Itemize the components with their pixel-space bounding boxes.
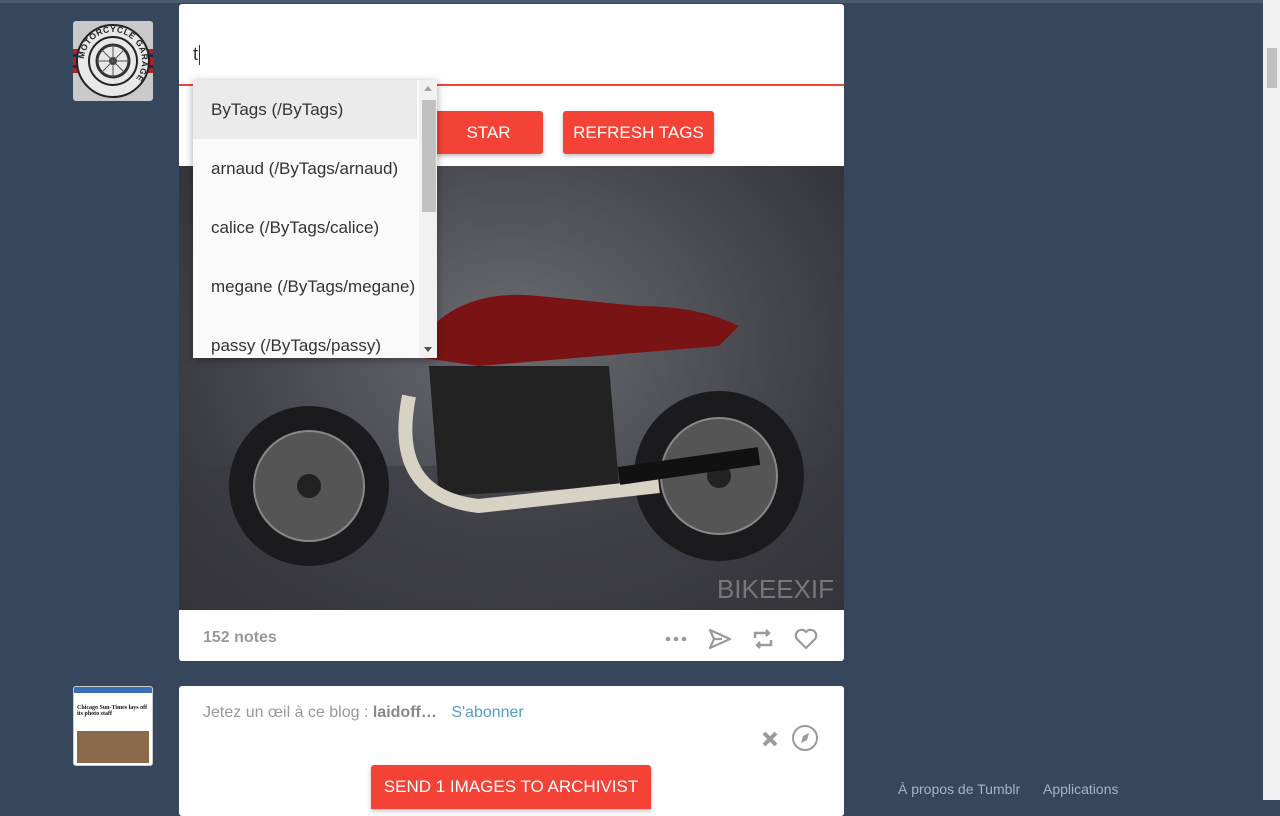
top-border — [0, 0, 1280, 3]
thumb-headline: Chicago Sun-Times lays off its photo sta… — [77, 705, 148, 717]
like-heart-icon[interactable] — [793, 626, 819, 652]
recommendation-prefix: Jetez un œil à ce blog : — [203, 704, 373, 721]
dropdown-option[interactable]: calice (/ByTags/calice) — [193, 198, 417, 257]
refresh-tags-button[interactable]: REFRESH TAGS — [563, 111, 714, 154]
motorcycle-garage-logo: MOTORCYCLE GARAGE — [73, 24, 153, 98]
thumb-photo — [77, 731, 149, 763]
scroll-up-arrow-icon[interactable] — [424, 86, 432, 91]
notes-count[interactable]: 152 notes — [203, 629, 277, 647]
dismiss-x-icon[interactable] — [761, 730, 779, 748]
applications-link[interactable]: Applications — [1043, 781, 1119, 797]
tag-search-input[interactable]: t — [179, 4, 844, 86]
about-tumblr-link[interactable]: À propos de Tumblr — [898, 781, 1020, 797]
share-send-icon[interactable] — [707, 626, 733, 652]
reblog-icon[interactable] — [750, 626, 776, 652]
tag-autocomplete-dropdown: ByTags (/ByTags) arnaud (/ByTags/arnaud)… — [193, 80, 437, 358]
recommendation-card: Jetez un œil à ce blog : laidoff… S'abon… — [179, 686, 844, 816]
text-caret — [199, 45, 201, 66]
star-button[interactable]: STAR — [434, 111, 543, 154]
explore-compass-icon[interactable] — [791, 724, 819, 752]
recommendation-text: Jetez un œil à ce blog : laidoff… S'abon… — [203, 704, 524, 722]
dropdown-scrollbar[interactable] — [419, 80, 437, 358]
dropdown-option[interactable]: arnaud (/ByTags/arnaud) — [193, 139, 417, 198]
watermark: BIKEEXIF — [717, 574, 834, 604]
recommended-blog-name[interactable]: laidoff… — [373, 704, 437, 721]
page-scrollbar[interactable] — [1263, 0, 1280, 800]
recommended-blog-avatar[interactable]: Chicago Sun-Times lays off its photo sta… — [73, 686, 153, 766]
follow-link[interactable]: S'abonner — [451, 704, 523, 721]
page-scroll-thumb[interactable] — [1267, 48, 1277, 88]
dropdown-scroll-thumb[interactable] — [422, 100, 436, 212]
more-options-icon[interactable] — [663, 626, 689, 652]
dropdown-option[interactable]: megane (/ByTags/megane) — [193, 257, 417, 316]
blog-avatar[interactable]: MOTORCYCLE GARAGE — [73, 21, 153, 101]
dropdown-option[interactable]: passy (/ByTags/passy) — [193, 316, 417, 358]
scroll-down-arrow-icon[interactable] — [424, 347, 432, 352]
dropdown-option[interactable]: ByTags (/ByTags) — [193, 80, 417, 139]
send-to-archivist-button[interactable]: SEND 1 IMAGES TO ARCHIVIST — [371, 765, 651, 809]
tag-search-value: t — [193, 44, 199, 64]
